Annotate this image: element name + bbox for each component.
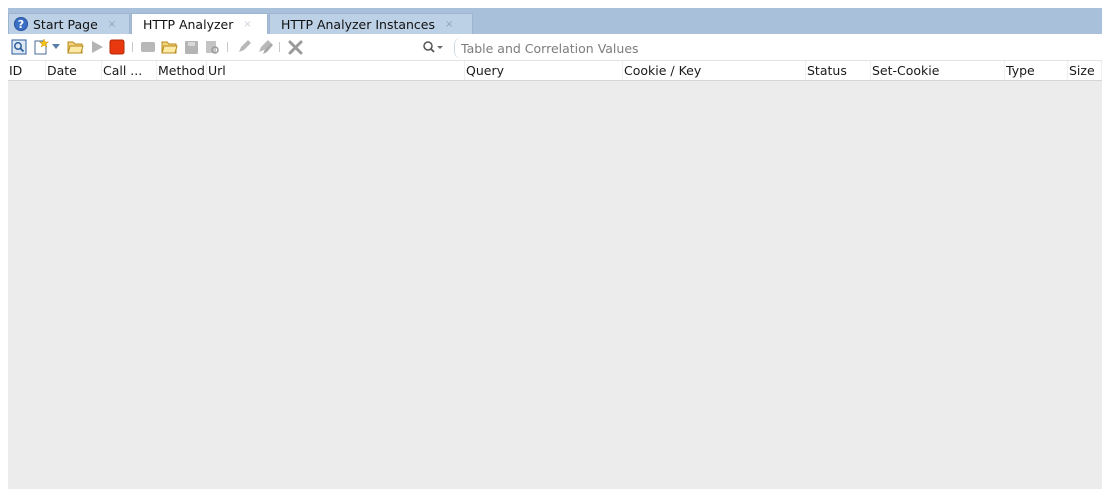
rectangle-icon[interactable] xyxy=(139,38,157,56)
analyzer-icon[interactable] xyxy=(10,38,28,56)
column-header-call[interactable]: Call ... xyxy=(102,61,157,80)
column-header-type[interactable]: Type xyxy=(1005,61,1068,80)
delete-icon[interactable] xyxy=(286,38,304,56)
table-header: ID Date Call ... Method Url Query Cookie… xyxy=(8,61,1102,81)
tab-label: HTTP Analyzer xyxy=(143,17,234,32)
tab-label: HTTP Analyzer Instances xyxy=(281,16,436,32)
column-header-status[interactable]: Status xyxy=(806,61,871,80)
inspect-icon[interactable] xyxy=(203,38,221,56)
column-header-cookie-key[interactable]: Cookie / Key xyxy=(623,61,806,80)
close-icon[interactable]: × xyxy=(243,19,251,30)
play-icon[interactable] xyxy=(88,38,106,56)
open-folder-icon[interactable] xyxy=(66,38,84,56)
close-icon[interactable]: × xyxy=(445,19,453,30)
tab-label: Start Page xyxy=(33,16,98,32)
column-header-date[interactable]: Date xyxy=(46,61,102,80)
search-icon[interactable] xyxy=(422,39,452,55)
column-header-set-cookie[interactable]: Set-Cookie xyxy=(871,61,1005,80)
dropdown-arrow-icon[interactable] xyxy=(50,38,62,56)
column-header-url[interactable]: Url xyxy=(207,61,465,80)
close-icon[interactable]: × xyxy=(108,19,116,30)
save-icon[interactable] xyxy=(182,38,200,56)
new-item-icon[interactable] xyxy=(32,38,50,56)
column-header-id[interactable]: ID xyxy=(8,61,46,80)
edit-icon[interactable] xyxy=(235,38,253,56)
column-header-size[interactable]: Size xyxy=(1068,61,1102,80)
http-analyzer-window: ? Start Page × HTTP Analyzer × HTTP Anal… xyxy=(8,8,1102,489)
folder-icon[interactable] xyxy=(160,38,178,56)
tab-http-analyzer[interactable]: HTTP Analyzer × xyxy=(131,13,268,35)
tab-http-analyzer-instances[interactable]: HTTP Analyzer Instances × xyxy=(269,13,473,34)
stop-icon[interactable] xyxy=(108,38,126,56)
help-icon: ? xyxy=(14,17,28,31)
search-input[interactable] xyxy=(454,37,1102,59)
edit-multi-icon[interactable] xyxy=(256,38,274,56)
toolbar xyxy=(8,34,1102,61)
tab-start-page[interactable]: ? Start Page × xyxy=(8,13,130,34)
table-body xyxy=(8,81,1102,489)
tab-strip: ? Start Page × HTTP Analyzer × HTTP Anal… xyxy=(8,8,1102,35)
column-header-query[interactable]: Query xyxy=(465,61,623,80)
column-header-method[interactable]: Method xyxy=(157,61,207,80)
